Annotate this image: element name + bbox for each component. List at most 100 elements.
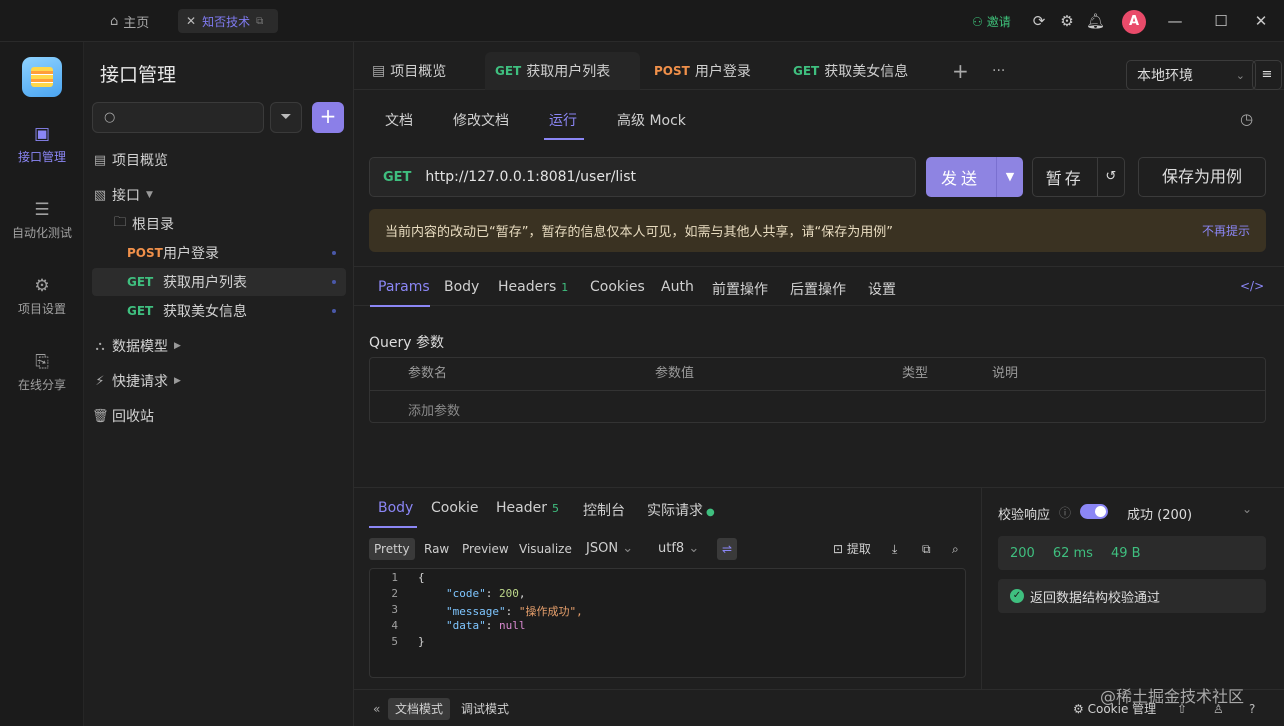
doc-tab-beauty-info[interactable]: GET 获取美女信息 (783, 52, 918, 90)
validation-toggle[interactable] (1080, 504, 1108, 519)
overview-icon: ▤ (372, 63, 386, 79)
bell-icon[interactable]: 🔔︎ (1086, 12, 1105, 30)
tree-item-models[interactable]: ⛬ 数据模型 ▶ (92, 332, 346, 360)
gear-icon[interactable]: ⚙ (1058, 12, 1076, 30)
minimize-icon[interactable]: — (1166, 12, 1184, 30)
add-param-row[interactable]: 添加参数 (370, 390, 1265, 424)
tree-item-login[interactable]: POST 用户登录 (92, 239, 346, 267)
check-icon: ✓ (1010, 589, 1024, 603)
encoding-select[interactable]: utf8 ⌄ (653, 538, 704, 560)
home-tab[interactable]: ⌂ 主页 (110, 12, 149, 31)
help-icon[interactable]: ? (1242, 698, 1262, 720)
resp-tab-console[interactable]: 控制台 (583, 500, 625, 520)
format-raw[interactable]: Raw (419, 538, 454, 560)
collapse-icon[interactable]: « (366, 698, 387, 720)
type-select[interactable]: JSON ⌄ (581, 538, 638, 560)
tree-item-api[interactable]: ▧ 接口 ▼ (92, 181, 346, 209)
resp-tab-actual[interactable]: 实际请求 ● (647, 500, 715, 520)
new-tab-button[interactable]: + (942, 52, 979, 90)
hamburger-icon: ≡ (1261, 67, 1273, 82)
search-icon[interactable]: ⌕ (947, 538, 964, 560)
tree-item-user-list[interactable]: GET 获取用户列表 (92, 268, 346, 296)
menu-button[interactable]: ≡ (1252, 60, 1282, 90)
history-icon[interactable]: ◷ (1240, 110, 1253, 128)
tree-item-overview[interactable]: ▤ 项目概览 (92, 146, 346, 174)
maximize-icon[interactable]: ☐ (1212, 12, 1230, 30)
chevron-down-icon[interactable]: ▼ (996, 157, 1023, 197)
rail-item-settings[interactable]: ⚙ 项目设置 (0, 276, 84, 317)
format-visualize[interactable]: Visualize (514, 538, 577, 560)
rail-label: 自动化测试 (11, 226, 72, 240)
project-tab[interactable]: ✕ 知否技术 ⧉ (178, 9, 278, 33)
tree-item-beauty-info[interactable]: GET 获取美女信息 (92, 297, 346, 325)
subtab-edit[interactable]: 修改文档 (453, 110, 509, 130)
save-case-button[interactable]: 保存为用例 (1138, 157, 1266, 197)
method-badge: POST (654, 64, 690, 78)
environment-select[interactable]: 本地环境 ⌄ (1126, 60, 1256, 90)
more-tabs-button[interactable]: ··· (982, 52, 1015, 90)
tab-params[interactable]: Params (378, 279, 430, 295)
debug-mode-button[interactable]: 调试模式 (454, 698, 516, 720)
tree-item-quick[interactable]: ⚡︎ 快捷请求 ▶ (92, 367, 346, 395)
doc-tab-overview[interactable]: ▤ 项目概览 (362, 52, 456, 90)
tab-pre-script[interactable]: 前置操作 (712, 279, 768, 299)
send-button[interactable]: 发送 ▼ (926, 157, 1023, 197)
tab-label: 用户登录 (694, 64, 751, 80)
tab-headers[interactable]: Headers 1 (498, 279, 568, 295)
add-button[interactable]: + (312, 102, 344, 133)
line-number: 1 (391, 571, 398, 584)
method-select[interactable]: GET (383, 170, 411, 185)
download-icon[interactable]: ⤓ (887, 538, 902, 560)
code-line: "code": 200, (446, 587, 526, 600)
rail-item-share[interactable]: ⎘ 在线分享 (0, 352, 84, 393)
doc-mode-button[interactable]: 文档模式 (388, 698, 451, 720)
sync-icon[interactable]: ⟳ (1030, 12, 1048, 30)
resp-tab-body[interactable]: Body (378, 500, 413, 516)
subtab-mock[interactable]: 高级 Mock (617, 110, 686, 130)
add-param-placeholder[interactable]: 添加参数 (408, 400, 460, 419)
tab-post-script[interactable]: 后置操作 (790, 279, 846, 299)
rail-item-api[interactable]: ▣ 接口管理 (0, 124, 84, 165)
wrap-icon[interactable]: ⇌ (717, 538, 738, 560)
save-button[interactable]: 暂存 ↺ (1032, 157, 1125, 197)
doc-tab-login[interactable]: POST 用户登录 (644, 52, 761, 90)
rail-item-autotest[interactable]: ☰ 自动化测试 (0, 200, 84, 241)
close-window-icon[interactable]: ✕ (1252, 12, 1270, 30)
avatar[interactable]: A (1122, 10, 1146, 34)
tab-settings[interactable]: 设置 (868, 279, 896, 299)
close-icon[interactable]: ✕ (186, 14, 196, 28)
save-label: 暂存 (1045, 169, 1084, 188)
subtab-doc[interactable]: 文档 (385, 110, 413, 130)
url-input[interactable]: GET http://127.0.0.1:8081/user/list (369, 157, 916, 197)
validation-result-select[interactable]: 成功 (200) (1127, 504, 1192, 523)
json-key: "data" (446, 619, 486, 632)
chevron-down-icon[interactable]: ⌄ (1242, 502, 1252, 516)
copy-icon[interactable]: ⧉ (917, 538, 936, 560)
reset-icon[interactable]: ↺ (1096, 157, 1124, 197)
doc-tab-user-list[interactable]: GET 获取用户列表 (485, 52, 640, 90)
resp-tab-header[interactable]: Header 5 (496, 500, 559, 516)
caret-right-icon: ▶ (174, 341, 181, 351)
resp-tab-cookie[interactable]: Cookie (431, 500, 479, 516)
tab-cookies[interactable]: Cookies (590, 279, 645, 295)
external-link-icon: ⧉ (256, 15, 264, 27)
env-label: 本地环境 (1137, 68, 1193, 84)
filter-button[interactable]: ⏷ (270, 102, 302, 133)
code-line: } (418, 635, 425, 648)
format-pretty[interactable]: Pretty (369, 538, 415, 560)
help-icon[interactable]: ⓘ (1059, 504, 1071, 521)
subtab-run[interactable]: 运行 (549, 110, 577, 130)
search-input[interactable]: ○ (92, 102, 264, 133)
tab-label: 项目概览 (390, 64, 447, 80)
tab-label: Header (496, 500, 547, 516)
tab-auth[interactable]: Auth (661, 279, 694, 295)
chevron-down-icon: ⌄ (688, 541, 700, 556)
invite-button[interactable]: ⚇ 邀请 (972, 13, 1011, 30)
tree-item-root[interactable]: 🗀︎ 根目录 (92, 210, 346, 238)
tab-body[interactable]: Body (444, 279, 479, 295)
extract-button[interactable]: ⊡ 提取 (828, 538, 876, 560)
code-icon[interactable]: </> (1240, 279, 1264, 293)
format-preview[interactable]: Preview (457, 538, 514, 560)
tree-item-trash[interactable]: 🗑︎ 回收站 (92, 402, 346, 430)
dismiss-link[interactable]: 不再提示 (1202, 222, 1250, 239)
